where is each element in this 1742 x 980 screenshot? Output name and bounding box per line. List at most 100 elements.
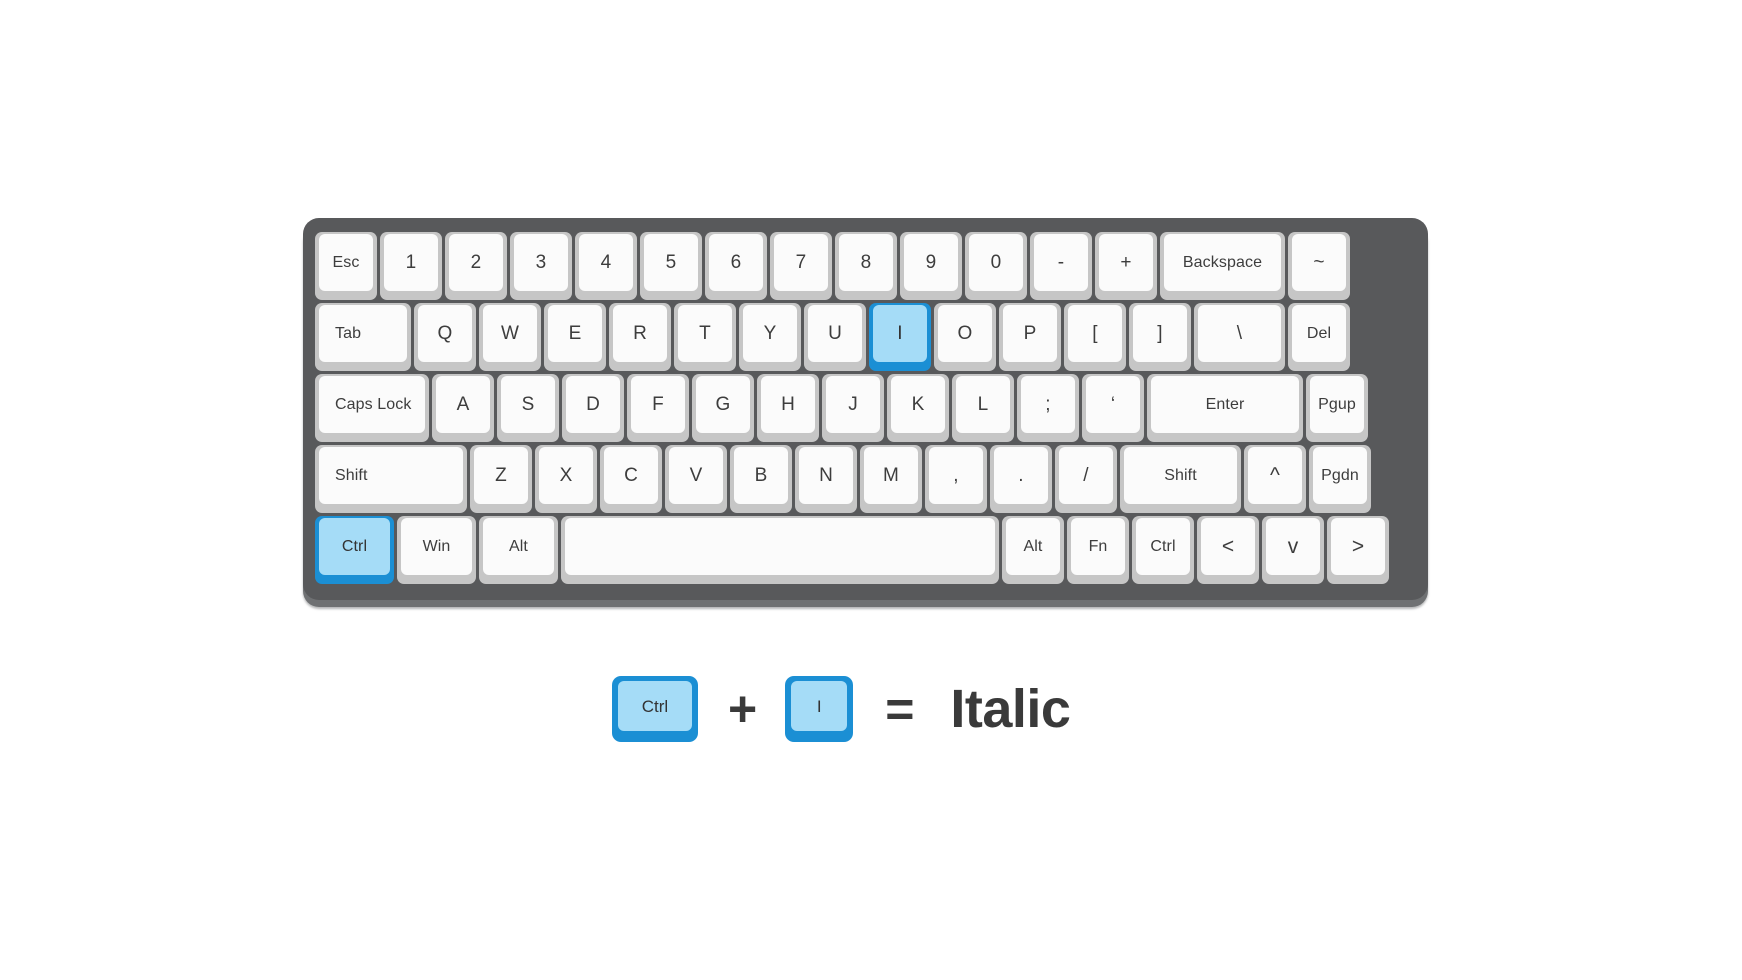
key-tab[interactable]: Tab	[315, 303, 411, 371]
key-label: Shift	[319, 447, 463, 504]
key-label: [	[1068, 305, 1122, 362]
key-8[interactable]: 8	[835, 232, 897, 300]
key-label: E	[548, 305, 602, 362]
key-label: ‘	[1086, 376, 1140, 433]
keyboard-chassis: Esc 1 2 3 4 5 6 7 8 9 0- + Backspace ~ Tab Q W E R T Y U I O P[]…	[303, 218, 1428, 600]
key-sym[interactable]: ‘	[1082, 374, 1144, 442]
key-fn[interactable]: Fn	[1067, 516, 1129, 584]
key-label: K	[891, 376, 945, 433]
key-sym[interactable]: \	[1194, 303, 1285, 371]
key-sym[interactable]: [	[1064, 303, 1126, 371]
key-7[interactable]: 7	[770, 232, 832, 300]
key-label: C	[604, 447, 658, 504]
key-v[interactable]: v	[1262, 516, 1324, 584]
key-label: D	[566, 376, 620, 433]
key-label: J	[826, 376, 880, 433]
key-e[interactable]: E	[544, 303, 606, 371]
key-label: 2	[449, 234, 503, 291]
key-0[interactable]: 0	[965, 232, 1027, 300]
key-5[interactable]: 5	[640, 232, 702, 300]
key-m[interactable]: M	[860, 445, 922, 513]
key-label: Caps Lock	[319, 376, 425, 433]
key-v[interactable]: V	[665, 445, 727, 513]
key-sym[interactable]: .	[990, 445, 1052, 513]
key-label: Tab	[319, 305, 407, 362]
key-q[interactable]: Q	[414, 303, 476, 371]
key-label: R	[613, 305, 667, 362]
key-a[interactable]: A	[432, 374, 494, 442]
key-alt[interactable]: Alt	[1002, 516, 1064, 584]
key-f[interactable]: F	[627, 374, 689, 442]
key-b[interactable]: B	[730, 445, 792, 513]
key-esc[interactable]: Esc	[315, 232, 377, 300]
key-label: 3	[514, 234, 568, 291]
key-sym[interactable]: ,	[925, 445, 987, 513]
key-sym[interactable]: +	[1095, 232, 1157, 300]
key-label: 1	[384, 234, 438, 291]
key-pgdn[interactable]: Pgdn	[1309, 445, 1371, 513]
key-backspace[interactable]: Backspace	[1160, 232, 1285, 300]
key-sym[interactable]: ~	[1288, 232, 1350, 300]
key-s[interactable]: S	[497, 374, 559, 442]
key-alt[interactable]: Alt	[479, 516, 558, 584]
key-p[interactable]: P	[999, 303, 1061, 371]
key-label: -	[1034, 234, 1088, 291]
key-1[interactable]: 1	[380, 232, 442, 300]
key-n[interactable]: N	[795, 445, 857, 513]
key-sym[interactable]: >	[1327, 516, 1389, 584]
key-ctrl[interactable]: Ctrl	[315, 516, 394, 584]
key-capslock[interactable]: Caps Lock	[315, 374, 429, 442]
key-6[interactable]: 6	[705, 232, 767, 300]
key-enter[interactable]: Enter	[1147, 374, 1303, 442]
legend-key-ctrl[interactable]: Ctrl	[612, 676, 698, 742]
key-label: \	[1198, 305, 1281, 362]
key-sym[interactable]: ;	[1017, 374, 1079, 442]
key-label: F	[631, 376, 685, 433]
key-sym[interactable]: ^	[1244, 445, 1306, 513]
key-sym[interactable]: <	[1197, 516, 1259, 584]
key-label: Ctrl	[319, 518, 390, 575]
keyboard-row-shift-row: Shift Z X C V B N M,. / Shift ^ Pgdn	[315, 445, 1416, 513]
key-sym[interactable]: ]	[1129, 303, 1191, 371]
key-z[interactable]: Z	[470, 445, 532, 513]
key-r[interactable]: R	[609, 303, 671, 371]
key-label: X	[539, 447, 593, 504]
legend-key-i[interactable]: I	[785, 676, 854, 742]
key-del[interactable]: Del	[1288, 303, 1350, 371]
key-2[interactable]: 2	[445, 232, 507, 300]
key-label: B	[734, 447, 788, 504]
keyboard-row-home-row: Caps Lock A S D F G H J K L; ‘Enter Pgup	[315, 374, 1416, 442]
key-4[interactable]: 4	[575, 232, 637, 300]
key-shift[interactable]: Shift	[1120, 445, 1241, 513]
key-g[interactable]: G	[692, 374, 754, 442]
key-sym[interactable]: -	[1030, 232, 1092, 300]
key-j[interactable]: J	[822, 374, 884, 442]
key-9[interactable]: 9	[900, 232, 962, 300]
key-o[interactable]: O	[934, 303, 996, 371]
key-pgup[interactable]: Pgup	[1306, 374, 1368, 442]
legend-key-i-label: I	[791, 681, 848, 731]
key-3[interactable]: 3	[510, 232, 572, 300]
key-i[interactable]: I	[869, 303, 931, 371]
key-label: ,	[929, 447, 983, 504]
key-shift[interactable]: Shift	[315, 445, 467, 513]
key-d[interactable]: D	[562, 374, 624, 442]
key-h[interactable]: H	[757, 374, 819, 442]
key-sym[interactable]: /	[1055, 445, 1117, 513]
key-label: 5	[644, 234, 698, 291]
key-l[interactable]: L	[952, 374, 1014, 442]
key-c[interactable]: C	[600, 445, 662, 513]
key-x[interactable]: X	[535, 445, 597, 513]
key-u[interactable]: U	[804, 303, 866, 371]
key-label: 0	[969, 234, 1023, 291]
key-y[interactable]: Y	[739, 303, 801, 371]
key-ctrl[interactable]: Ctrl	[1132, 516, 1194, 584]
key-w[interactable]: W	[479, 303, 541, 371]
key-label: .	[994, 447, 1048, 504]
key-t[interactable]: T	[674, 303, 736, 371]
key-label: A	[436, 376, 490, 433]
key-k[interactable]: K	[887, 374, 949, 442]
key-label: ^	[1248, 447, 1302, 504]
key-win[interactable]: Win	[397, 516, 476, 584]
key-space[interactable]	[561, 516, 999, 584]
